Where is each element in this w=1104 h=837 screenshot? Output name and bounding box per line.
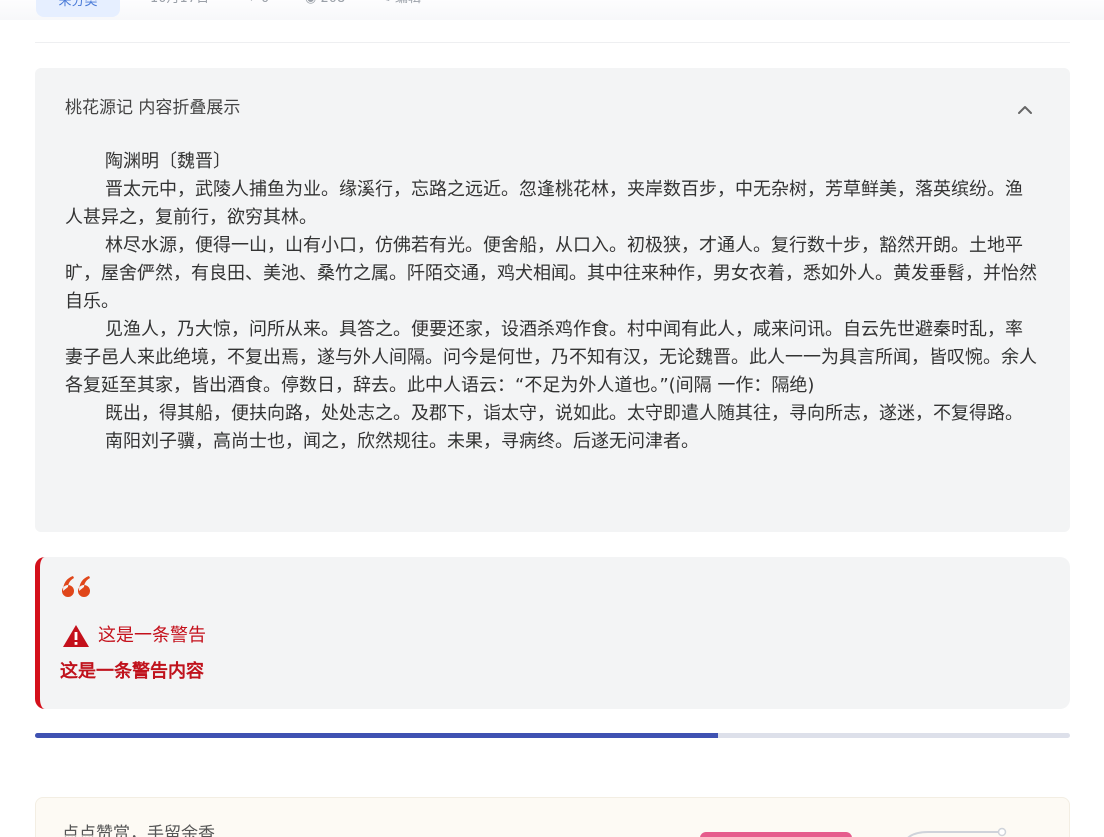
poem-paragraph: 晋太元中，武陵人捕鱼为业。缘溪行，忘路之远近。忽逢桃花林，夹岸数百步，中无杂树，… xyxy=(65,179,1023,228)
pencil-icon: ✎ xyxy=(380,0,391,6)
poem-paragraph: 南阳刘子骥，高尚士也，闻之，欣然规往。未果，寻病终。后遂无问津者。 xyxy=(105,431,699,452)
warning-content: 这是一条警告内容 xyxy=(60,661,204,682)
collapse-panel: 桃花源记 内容折叠展示 陶渊明〔魏晋〕 晋太元中，武陵人捕鱼为业。缘溪行，忘路之… xyxy=(35,68,1070,532)
edit-label: 编辑 xyxy=(395,0,421,6)
category-tag[interactable]: 未分类 xyxy=(36,0,120,17)
meta-divider xyxy=(35,42,1070,43)
edit-link[interactable]: ✎ 编辑 xyxy=(380,0,421,9)
eye-icon: ◉ xyxy=(305,0,316,6)
reward-decoration-icon xyxy=(907,827,1007,837)
warning-title-row: 这是一条警告 xyxy=(62,623,206,649)
reading-progress-fill xyxy=(35,733,719,738)
like-icon: ❤ xyxy=(246,0,257,6)
like-count-value: 0 xyxy=(261,0,269,6)
chevron-up-icon[interactable] xyxy=(1013,98,1037,122)
quote-icon xyxy=(62,576,90,597)
like-count[interactable]: ❤ 0 xyxy=(246,0,269,9)
reward-text: 点点赞赏，手留余香 xyxy=(62,824,215,837)
article-page: 未分类 10月17日 ❤ 0 ◉ 208 ✎ 编辑 桃花源记 内容折叠展示 陶渊… xyxy=(0,0,1104,837)
article-meta-bar: 未分类 10月17日 ❤ 0 ◉ 208 ✎ 编辑 xyxy=(0,0,1104,20)
warning-callout: 这是一条警告 这是一条警告内容 xyxy=(35,557,1070,709)
collapse-title: 桃花源记 内容折叠展示 xyxy=(65,98,241,118)
reading-progress-bar xyxy=(35,733,1070,738)
reward-button[interactable] xyxy=(700,832,852,837)
warning-title: 这是一条警告 xyxy=(98,625,206,646)
poem-paragraph: 既出，得其船，便扶向路，处处志之。及郡下，诣太守，说如此。太守即遣人随其往，寻向… xyxy=(105,403,1023,424)
poem-paragraph: 见渔人，乃大惊，问所从来。具答之。便要还家，设酒杀鸡作食。村中闻有此人，咸来问讯… xyxy=(65,319,1037,396)
reward-panel: 点点赞赏，手留余香 xyxy=(35,797,1070,837)
warning-triangle-icon xyxy=(63,625,89,647)
collapse-header[interactable]: 桃花源记 内容折叠展示 xyxy=(35,68,1070,148)
poem-author: 陶渊明〔魏晋〕 xyxy=(105,151,231,172)
publish-date: 10月17日 xyxy=(150,0,209,9)
poem-paragraph: 林尽水源，便得一山，山有小口，仿佛若有光。便舍船，从口入。初极狭，才通人。复行数… xyxy=(65,235,1037,312)
view-count: ◉ 208 xyxy=(305,0,345,9)
collapse-content: 陶渊明〔魏晋〕 晋太元中，武陵人捕鱼为业。缘溪行，忘路之远近。忽逢桃花林，夹岸数… xyxy=(65,148,1040,456)
view-count-value: 208 xyxy=(320,0,345,6)
